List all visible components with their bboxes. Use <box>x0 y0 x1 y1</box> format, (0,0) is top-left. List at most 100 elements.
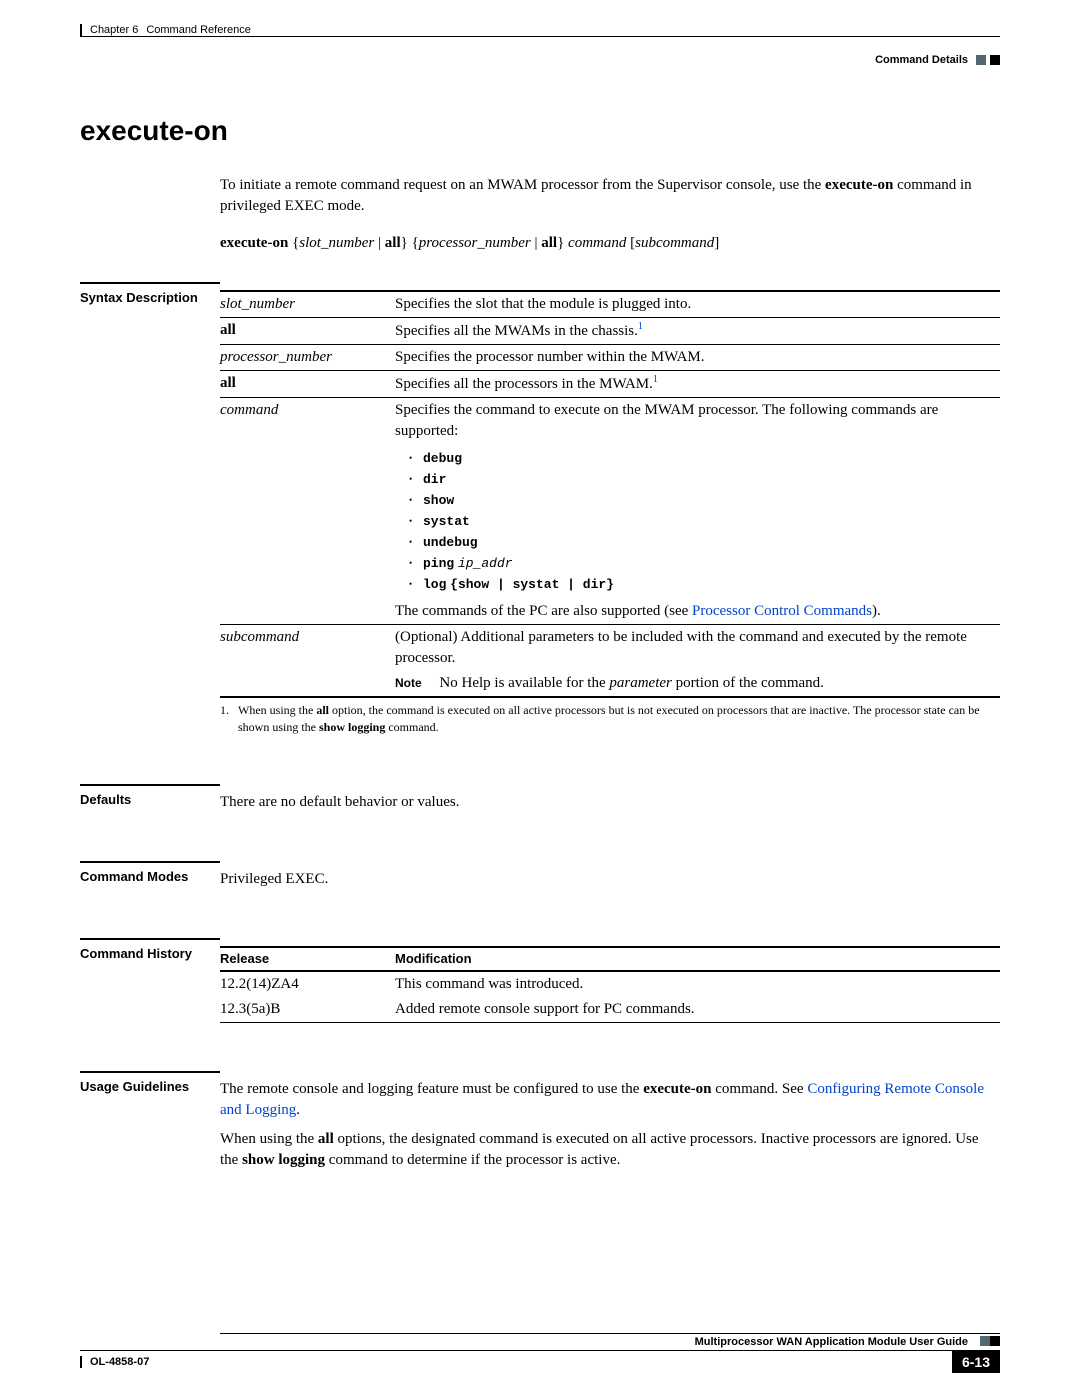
table-row: all Specifies all the processors in the … <box>220 371 1000 398</box>
note-text: No Help is available for the <box>439 675 609 691</box>
section-rule <box>80 1071 220 1073</box>
footnote-num: 1. <box>220 702 238 736</box>
tail-text: The commands of the PC are also supporte… <box>395 601 1000 622</box>
command-list: debug dir show systat undebug ping ip_ad… <box>409 448 1000 595</box>
cmd-modes-label: Command Modes <box>80 869 220 884</box>
book-title: Multiprocessor WAN Application Module Us… <box>695 1336 968 1348</box>
param-desc: Specifies all the MWAMs in the chassis. <box>395 323 638 339</box>
footer-row-book: Multiprocessor WAN Application Module Us… <box>80 1336 1000 1348</box>
param-desc: Specifies all the processors in the MWAM… <box>395 376 653 392</box>
intro-text: To initiate a remote command request on … <box>220 177 825 193</box>
mod-cell: This command was introduced. <box>395 971 1000 997</box>
param: slot_number <box>220 296 295 312</box>
modification-header: Modification <box>395 947 1000 971</box>
page-number: 6-13 <box>952 1351 1000 1373</box>
list-item: log {show | systat | dir} <box>409 574 1000 595</box>
chapter-title: Command Reference <box>146 24 251 36</box>
cmd-args: {show | systat | dir} <box>450 577 614 592</box>
syn-arg: subcommand <box>635 235 714 251</box>
param: all <box>220 375 236 391</box>
header-square-icon <box>976 55 986 65</box>
cmd-modes-text: Privileged EXEC. <box>220 869 1000 890</box>
table-header-row: Release Modification <box>220 947 1000 971</box>
page-footer: Multiprocessor WAN Application Module Us… <box>80 1333 1000 1373</box>
header-square-icon <box>990 55 1000 65</box>
processor-control-link[interactable]: Processor Control Commands <box>692 603 872 619</box>
syntax-desc-label: Syntax Description <box>80 290 220 305</box>
footer-row-doc: OL-4858-07 6-13 <box>80 1351 1000 1373</box>
cmd: log <box>423 577 446 592</box>
list-item: debug <box>409 448 1000 469</box>
cmd-history-label: Command History <box>80 946 220 961</box>
section-rule <box>80 861 220 863</box>
table-row: slot_number Specifies the slot that the … <box>220 291 1000 318</box>
list-item: dir <box>409 469 1000 490</box>
doc-number: OL-4858-07 <box>90 1356 149 1368</box>
defaults-label: Defaults <box>80 792 220 807</box>
page-title: execute-on <box>80 115 1000 147</box>
usage-label: Usage Guidelines <box>80 1079 220 1094</box>
header-vline-icon <box>80 24 82 36</box>
note-row: Note No Help is available for the parame… <box>395 671 1000 697</box>
list-item: ping ip_addr <box>409 553 1000 574</box>
syntax-line: execute-on {slot_number | all} {processo… <box>220 235 1000 252</box>
section-title: Command Details <box>875 54 968 66</box>
mod-cell: Added remote console support for PC comm… <box>395 997 1000 1023</box>
param: processor_number <box>220 349 332 365</box>
cmd-history-value: Release Modification 12.2(14)ZA4 This co… <box>220 946 1000 1023</box>
intro-paragraph: To initiate a remote command request on … <box>220 175 1000 217</box>
syn-arg: slot_number <box>299 235 374 251</box>
cmd: systat <box>423 514 470 529</box>
defaults-text: There are no default behavior or values. <box>220 792 1000 813</box>
param-desc: Specifies the slot that the module is pl… <box>395 291 1000 318</box>
footnote-text: When using the all option, the command i… <box>238 702 1000 736</box>
main-content: execute-on To initiate a remote command … <box>80 115 1000 1187</box>
header-left: Chapter 6 Command Reference <box>80 24 251 36</box>
cmd: debug <box>423 451 462 466</box>
usage-para: The remote console and logging feature m… <box>220 1079 1000 1121</box>
section-rule <box>80 282 220 284</box>
syntax-desc-value: slot_number Specifies the slot that the … <box>220 290 1000 736</box>
param-desc: Specifies the command to execute on the … <box>395 400 1000 442</box>
usage-text: The remote console and logging feature m… <box>220 1079 1000 1179</box>
cmd-arg: ip_addr <box>458 556 513 571</box>
footnote-ref[interactable]: 1 <box>653 374 658 385</box>
table-row: all Specifies all the MWAMs in the chass… <box>220 318 1000 345</box>
command-history-section: Command History Release Modification 12.… <box>80 946 1000 1023</box>
usage-para: When using the all options, the designat… <box>220 1129 1000 1171</box>
page-header: Chapter 6 Command Reference <box>80 24 1000 36</box>
list-item: systat <box>409 511 1000 532</box>
table-row: subcommand (Optional) Additional paramet… <box>220 625 1000 672</box>
note-text: portion of the command. <box>672 675 824 691</box>
syn-arg: processor_number <box>419 235 531 251</box>
list-item: undebug <box>409 532 1000 553</box>
param-desc: Specifies the processor number within th… <box>395 345 1000 371</box>
syn-all: all <box>541 235 557 251</box>
table-row: processor_number Specifies the processor… <box>220 345 1000 371</box>
cmd: ping <box>423 556 454 571</box>
table-row: Note No Help is available for the parame… <box>220 671 1000 697</box>
body-section: To initiate a remote command request on … <box>220 175 1000 252</box>
table-row: command Specifies the command to execute… <box>220 398 1000 625</box>
param-desc: (Optional) Additional parameters to be i… <box>395 625 1000 672</box>
footnote: 1. When using the all option, the comman… <box>220 697 1000 736</box>
section-rule <box>80 784 220 786</box>
param: subcommand <box>220 629 299 645</box>
syn-arg: command <box>568 235 626 251</box>
release-header: Release <box>220 947 395 971</box>
note-italic: parameter <box>609 675 672 691</box>
footer-vline-icon <box>80 1356 82 1368</box>
cmd: show <box>423 493 454 508</box>
table-row: 12.2(14)ZA4 This command was introduced. <box>220 971 1000 997</box>
syn-all: all <box>385 235 401 251</box>
footer-rule <box>220 1333 1000 1334</box>
release-cell: 12.3(5a)B <box>220 997 395 1023</box>
footer-square-icon <box>990 1336 1000 1346</box>
syn-cmd: execute-on <box>220 235 288 251</box>
cmd: undebug <box>423 535 478 550</box>
syntax-description-section: Syntax Description slot_number Specifies… <box>80 290 1000 736</box>
footnote-ref[interactable]: 1 <box>638 321 643 332</box>
param: all <box>220 322 236 338</box>
usage-guidelines-section: Usage Guidelines The remote console and … <box>80 1079 1000 1179</box>
command-modes-section: Command Modes Privileged EXEC. <box>80 869 1000 890</box>
